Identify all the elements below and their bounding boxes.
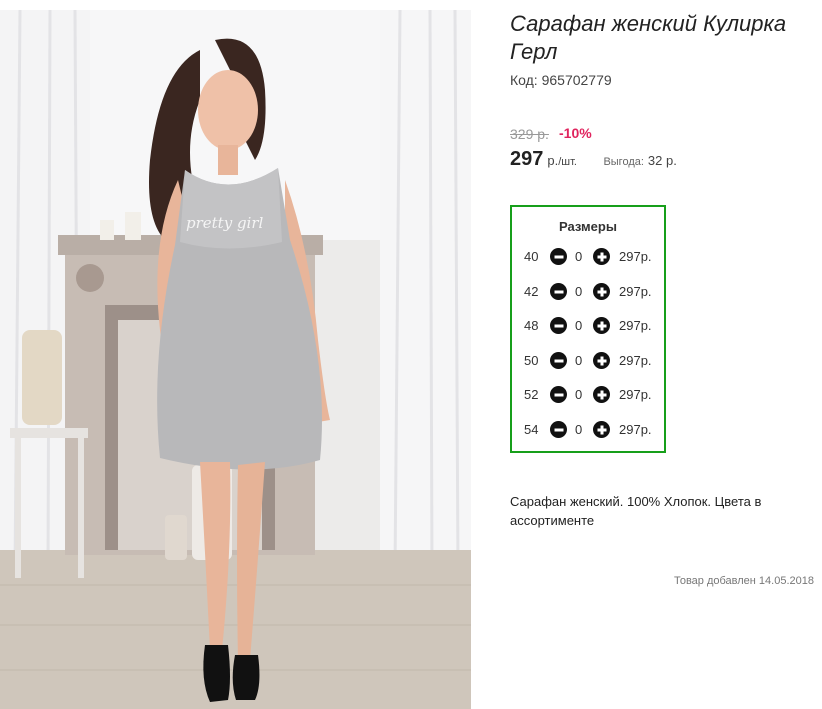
quantity-value: 0 [575, 284, 583, 299]
size-value: 54 [524, 422, 539, 437]
quantity-value: 0 [575, 422, 583, 437]
size-row: 54 0 297р. [522, 420, 662, 440]
product-code: Код: 965702779 [510, 72, 612, 88]
size-price: 297р. [619, 387, 652, 402]
minus-circle-icon[interactable] [550, 421, 567, 438]
minus-circle-icon[interactable] [550, 248, 567, 265]
size-price: 297р. [619, 249, 652, 264]
size-price: 297р. [619, 353, 652, 368]
size-price: 297р. [619, 422, 652, 437]
size-price: 297р. [619, 318, 652, 333]
price-row: 297 р./шт. Выгода: 32 р. [510, 148, 677, 171]
current-price: 297 [510, 148, 544, 170]
discount-badge: -10% [559, 125, 592, 141]
plus-circle-icon[interactable] [593, 317, 610, 334]
price-unit-currency: р. [547, 153, 559, 168]
size-row: 42 0 297р. [522, 282, 662, 302]
size-row: 50 0 297р. [522, 351, 662, 371]
plus-circle-icon[interactable] [593, 352, 610, 369]
price-unit: р./шт. [547, 153, 577, 168]
dress-print-text: pretty girl [186, 214, 264, 232]
minus-circle-icon[interactable] [550, 352, 567, 369]
quantity-value: 0 [575, 249, 583, 264]
size-value: 52 [524, 387, 539, 402]
minus-circle-icon[interactable] [550, 283, 567, 300]
size-row: 40 0 297р. [522, 247, 662, 267]
sizes-title: Размеры [559, 219, 617, 234]
product-photo[interactable]: pretty girl [0, 10, 471, 709]
size-value: 50 [524, 353, 539, 368]
quantity-value: 0 [575, 387, 583, 402]
product-photo-graphic: pretty girl [0, 10, 471, 709]
plus-circle-icon[interactable] [593, 248, 610, 265]
plus-circle-icon[interactable] [593, 386, 610, 403]
size-value: 40 [524, 249, 539, 264]
size-value: 48 [524, 318, 539, 333]
product-title: Сарафан женский Кулирка Герл [510, 11, 787, 64]
old-price: 329 р. [510, 126, 549, 142]
plus-circle-icon[interactable] [593, 421, 610, 438]
benefit-value: 32 р. [647, 153, 677, 168]
size-price: 297р. [619, 284, 652, 299]
minus-circle-icon[interactable] [550, 386, 567, 403]
price-unit-per: /шт. [558, 156, 577, 168]
quantity-value: 0 [575, 318, 583, 333]
minus-circle-icon[interactable] [550, 317, 567, 334]
size-value: 42 [524, 284, 539, 299]
size-row: 52 0 297р. [522, 385, 662, 405]
added-date: Товар добавлен 14.05.2018 [673, 575, 814, 587]
sizes-panel: Размеры 40 0 297р. 42 0 297р. 48 0 297р.… [510, 205, 666, 453]
product-description: Сарафан женский. 100% Хлопок. Цвета в ас… [510, 494, 762, 528]
quantity-value: 0 [575, 353, 583, 368]
benefit-label: Выгода: [603, 156, 644, 168]
size-row: 48 0 297р. [522, 316, 662, 336]
plus-circle-icon[interactable] [593, 283, 610, 300]
